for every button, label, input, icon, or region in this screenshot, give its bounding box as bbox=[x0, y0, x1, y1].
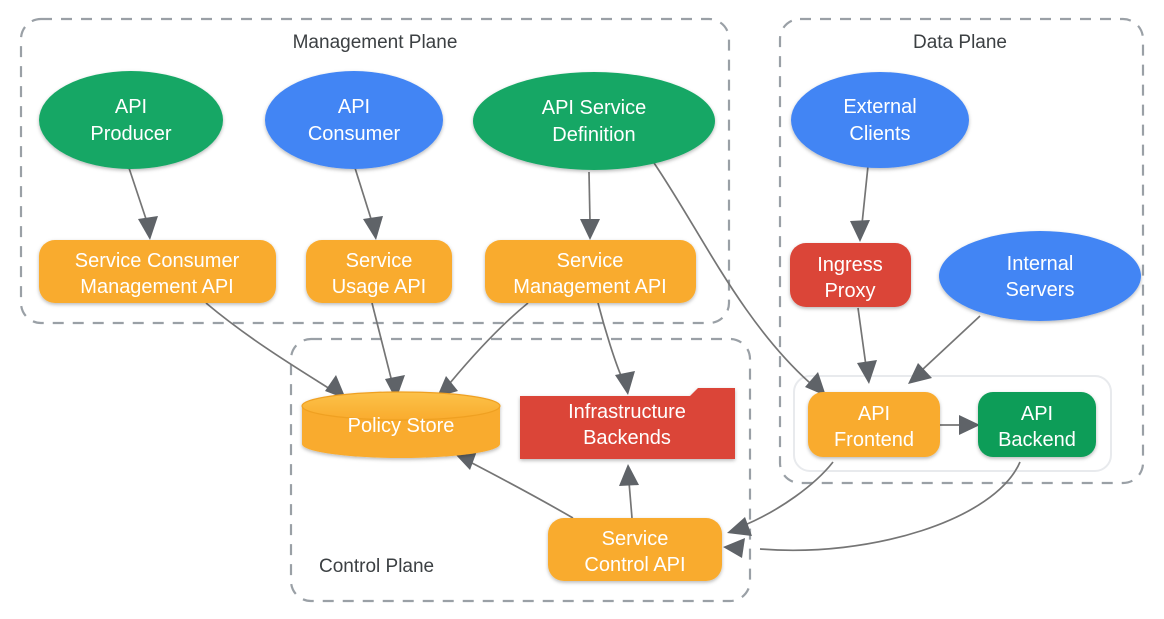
api-backend-label-line1: API bbox=[1021, 403, 1053, 425]
arrowhead bbox=[580, 219, 600, 240]
edge-api-backend-to-service-control-api bbox=[759, 461, 1021, 552]
management-plane-label: Management Plane bbox=[293, 32, 458, 53]
api-frontend-label-line2: Frontend bbox=[834, 429, 914, 451]
edge-internal-servers-to-api-frontend bbox=[921, 315, 981, 371]
edge-ingress-proxy-to-api-frontend bbox=[857, 307, 867, 367]
edge-api-service-definition-to-service-management-api bbox=[588, 171, 591, 223]
node-policy-store[interactable]: Policy Store bbox=[301, 391, 501, 458]
external-clients-label-line2: Clients bbox=[849, 123, 910, 145]
node-service-management-api[interactable]: Service Management API bbox=[485, 240, 696, 303]
edge-layer bbox=[128, 159, 1021, 558]
infrastructure-backends-label-line2: Backends bbox=[583, 427, 671, 449]
node-service-control-api[interactable]: Service Control API bbox=[548, 518, 722, 581]
service-usage-api-label-line1: Service bbox=[346, 250, 413, 272]
ingress-proxy-label-line2: Proxy bbox=[824, 280, 875, 302]
node-service-usage-api[interactable]: Service Usage API bbox=[306, 240, 452, 303]
edge-service-usage-api-to-policy-store bbox=[371, 302, 393, 383]
api-frontend-label-line1: API bbox=[858, 403, 890, 425]
policy-store-label: Policy Store bbox=[348, 415, 455, 437]
api-service-definition-label-line2: Definition bbox=[552, 124, 635, 146]
edge-external-clients-to-ingress-proxy bbox=[861, 165, 869, 225]
service-consumer-management-api-label-line1: Service Consumer bbox=[75, 250, 240, 272]
api-consumer-label-line1: API bbox=[338, 96, 370, 118]
data-plane-label: Data Plane bbox=[913, 32, 1007, 53]
api-producer-label-line1: API bbox=[115, 96, 147, 118]
service-usage-api-label-line2: Usage API bbox=[332, 276, 427, 298]
external-clients-shape[interactable] bbox=[791, 72, 969, 168]
edge-service-consumer-management-api-to-policy-store bbox=[205, 302, 331, 390]
api-service-definition-shape[interactable] bbox=[473, 72, 715, 170]
node-infrastructure-backends[interactable]: Infrastructure Backends bbox=[520, 388, 735, 459]
service-management-api-label-line1: Service bbox=[557, 250, 624, 272]
arrowhead bbox=[363, 216, 383, 240]
service-consumer-management-api-label-line2: Management API bbox=[80, 276, 233, 298]
api-service-definition-label-line1: API Service bbox=[542, 97, 646, 119]
edge-service-management-api-to-policy-store bbox=[449, 302, 529, 384]
edge-service-control-api-to-policy-store bbox=[471, 462, 574, 519]
node-internal-servers[interactable]: Internal Servers bbox=[939, 231, 1141, 321]
node-ingress-proxy[interactable]: Ingress Proxy bbox=[790, 243, 911, 307]
internal-servers-label-line1: Internal bbox=[1007, 253, 1074, 275]
edge-api-producer-to-service-consumer-management-api bbox=[128, 167, 148, 223]
ingress-proxy-label-line1: Ingress bbox=[817, 254, 883, 276]
arrowhead bbox=[727, 517, 752, 536]
external-clients-label-line1: External bbox=[843, 96, 916, 118]
node-service-consumer-management-api[interactable]: Service Consumer Management API bbox=[39, 240, 276, 303]
edge-api-consumer-to-service-usage-api bbox=[354, 167, 373, 223]
node-external-clients[interactable]: External Clients bbox=[791, 72, 969, 168]
api-producer-shape[interactable] bbox=[39, 71, 223, 169]
edge-service-management-api-to-infrastructure-backends bbox=[597, 302, 623, 379]
api-producer-label-line2: Producer bbox=[90, 123, 171, 145]
architecture-diagram: Management Plane Data Plane Control Plan… bbox=[19, 17, 1145, 603]
service-control-api-label-line1: Service bbox=[602, 528, 669, 550]
internal-servers-shape[interactable] bbox=[939, 231, 1141, 321]
api-consumer-shape[interactable] bbox=[265, 71, 443, 169]
node-api-consumer[interactable]: API Consumer bbox=[265, 71, 443, 169]
arrowhead bbox=[138, 216, 158, 240]
diagram-canvas: Management Plane Data Plane Control Plan… bbox=[0, 0, 1164, 619]
edge-service-control-api-to-infrastructure-backends bbox=[628, 481, 633, 519]
infrastructure-backends-label-line1: Infrastructure bbox=[568, 401, 686, 423]
service-control-api-label-line2: Control API bbox=[584, 554, 685, 576]
arrowhead bbox=[619, 464, 639, 486]
node-api-backend[interactable]: API Backend bbox=[978, 392, 1096, 457]
control-plane-label: Control Plane bbox=[319, 556, 434, 577]
arrowhead bbox=[615, 371, 635, 395]
node-api-service-definition[interactable]: API Service Definition bbox=[473, 72, 715, 170]
service-management-api-label-line2: Management API bbox=[513, 276, 666, 298]
arrowhead bbox=[850, 220, 870, 242]
arrowhead bbox=[723, 538, 745, 558]
api-consumer-label-line2: Consumer bbox=[308, 123, 401, 145]
api-backend-label-line2: Backend bbox=[998, 429, 1076, 451]
node-api-frontend[interactable]: API Frontend bbox=[808, 392, 940, 457]
internal-servers-label-line2: Servers bbox=[1006, 279, 1075, 301]
node-api-producer[interactable]: API Producer bbox=[39, 71, 223, 169]
